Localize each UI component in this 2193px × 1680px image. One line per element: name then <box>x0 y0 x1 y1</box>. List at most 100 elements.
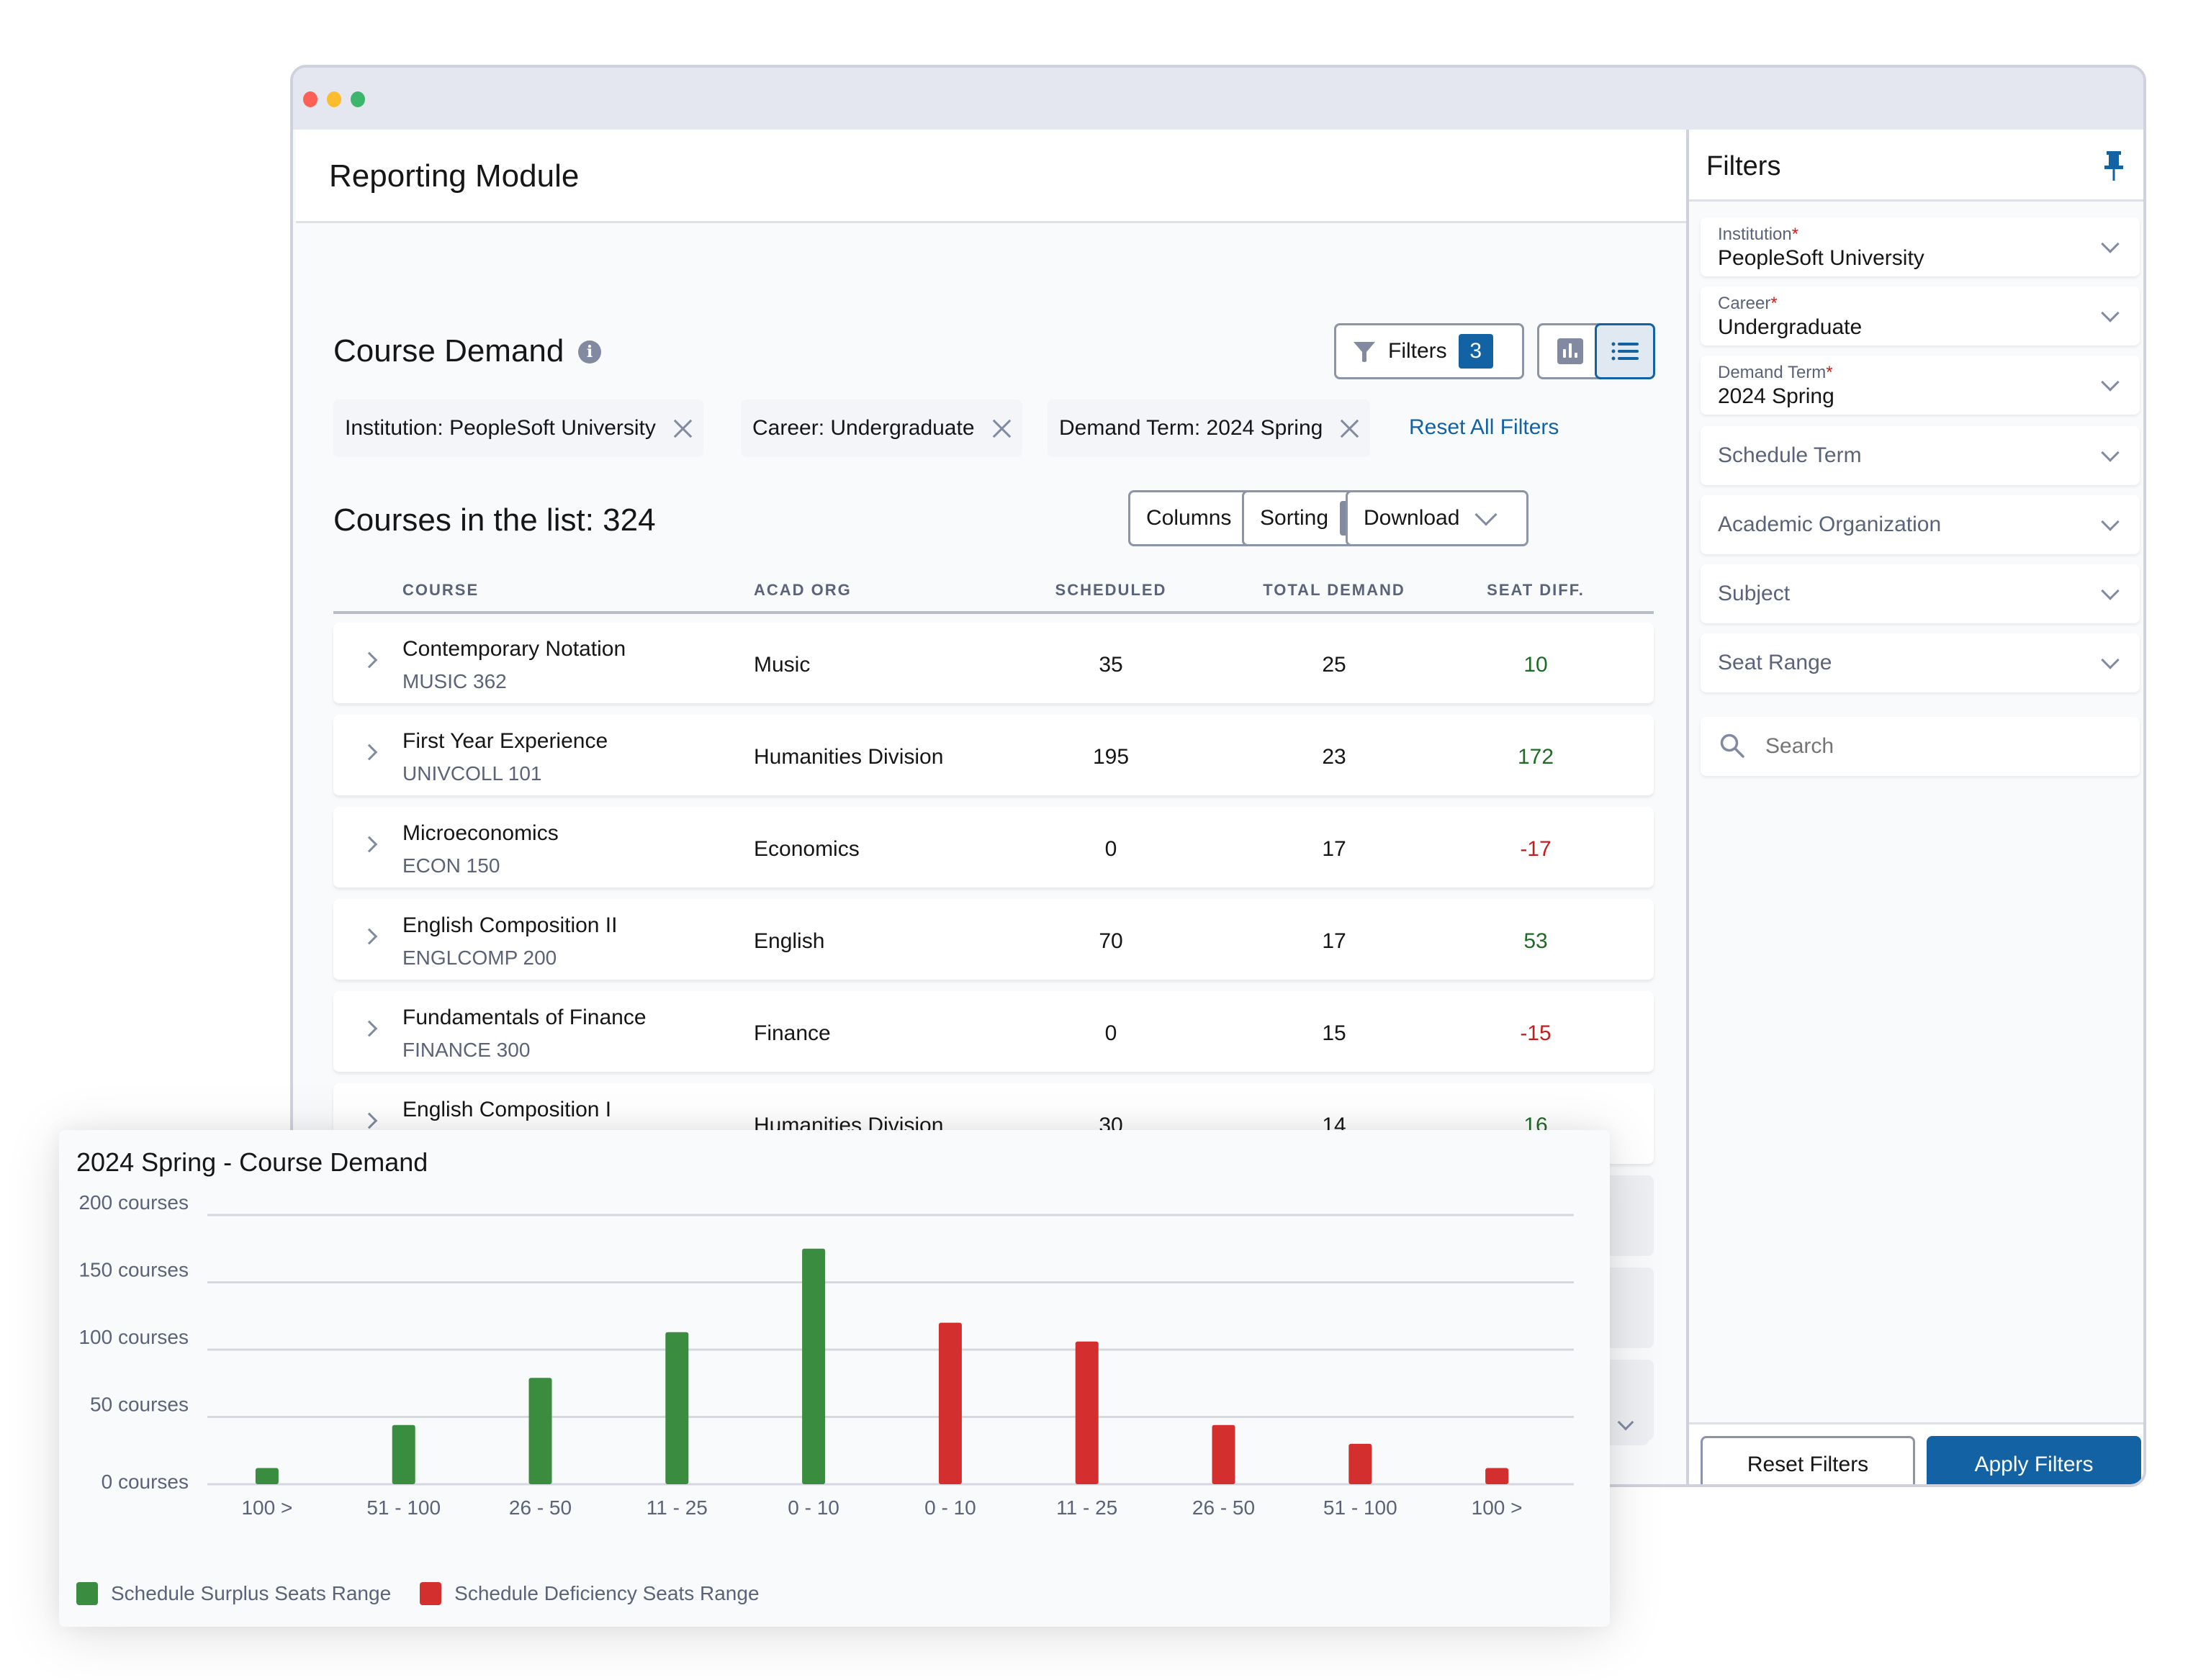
course-name[interactable]: First Year Experience <box>402 729 608 754</box>
bar-deficiency[interactable] <box>1212 1424 1235 1484</box>
scheduled-cell: 35 <box>1099 653 1123 677</box>
header-total-demand[interactable]: TOTAL DEMAND <box>1255 581 1413 600</box>
filter-subject-dropdown[interactable]: Subject <box>1701 564 2140 623</box>
view-toggle <box>1537 323 1655 379</box>
table-row[interactable]: English Composition II ENGLCOMP 200 Englis… <box>333 899 1654 980</box>
chart-card: 2024 Spring - Course Demand 0 courses 50 … <box>59 1130 1610 1627</box>
legend-item-deficiency[interactable]: Schedule Deficiency Seats Range <box>420 1582 760 1605</box>
y-tick-label: 200 courses <box>78 1191 189 1214</box>
seat-diff-cell: -17 <box>1520 837 1552 861</box>
course-name[interactable]: Microeconomics <box>402 821 559 846</box>
remove-chip-icon[interactable] <box>1340 419 1359 438</box>
field-value: 2024 Spring <box>1718 384 1834 408</box>
filter-institution-dropdown[interactable]: Institution* PeopleSoft University <box>1701 217 2140 276</box>
x-tick-label: 51 - 100 <box>1323 1496 1397 1519</box>
bar-deficiency[interactable] <box>1485 1468 1509 1484</box>
info-icon[interactable]: i <box>578 340 601 363</box>
total-demand-cell: 25 <box>1322 653 1346 677</box>
chevron-down-icon <box>2101 373 2120 392</box>
expand-row-icon[interactable] <box>361 928 378 945</box>
reset-filters-button[interactable]: Reset Filters <box>1701 1436 1915 1484</box>
filter-demand-term-dropdown[interactable]: Demand Term* 2024 Spring <box>1701 356 2140 415</box>
filter-schedule-term-dropdown[interactable]: Schedule Term <box>1701 426 2140 485</box>
chart-view-button[interactable] <box>1537 323 1600 379</box>
course-code: UNIVCOLL 101 <box>402 762 542 785</box>
filters-button[interactable]: Filters 3 <box>1334 323 1524 379</box>
filter-career-dropdown[interactable]: Career* Undergraduate <box>1701 286 2140 346</box>
legend-item-surplus[interactable]: Schedule Surplus Seats Range <box>76 1582 391 1605</box>
filter-chip-career: Career: Undergraduate <box>741 399 1022 457</box>
required-marker: * <box>1770 294 1778 313</box>
close-window-button[interactable] <box>303 91 318 107</box>
filter-academic-organization-dropdown[interactable]: Academic Organization <box>1701 495 2140 554</box>
bar-surplus[interactable] <box>665 1332 689 1484</box>
columns-button-label: Columns <box>1146 506 1232 530</box>
chart-legend: Schedule Surplus Seats Range Schedule De… <box>76 1582 777 1605</box>
table-row[interactable]: First Year Experience UNIVCOLL 101 Humanit… <box>333 715 1654 795</box>
legend-swatch-surplus <box>76 1582 98 1605</box>
maximize-window-button[interactable] <box>351 91 365 107</box>
course-name[interactable]: English Composition I <box>402 1098 611 1122</box>
bar-surplus[interactable] <box>802 1248 826 1484</box>
table-header: COURSE ACAD ORG SCHEDULED TOTAL DEMAND S… <box>333 571 1654 614</box>
sorting-button-label: Sorting <box>1260 506 1329 530</box>
header-seat-diff[interactable]: SEAT DIFF. <box>1485 581 1586 600</box>
total-demand-cell: 17 <box>1322 929 1346 953</box>
field-placeholder: Schedule Term <box>1718 443 1862 467</box>
remove-chip-icon[interactable] <box>992 419 1011 438</box>
list-view-button[interactable] <box>1595 323 1655 379</box>
expand-row-icon[interactable] <box>361 1112 378 1129</box>
field-placeholder: Subject <box>1718 582 1791 605</box>
bar-deficiency[interactable] <box>1348 1443 1372 1484</box>
bar-surplus[interactable] <box>528 1378 552 1484</box>
field-label: Career* <box>1718 294 1778 313</box>
filter-search-field[interactable] <box>1701 717 2140 776</box>
bar-surplus[interactable] <box>392 1424 415 1484</box>
expand-row-icon[interactable] <box>361 651 378 669</box>
x-tick-label: 0 - 10 <box>788 1496 839 1519</box>
course-name[interactable]: English Composition II <box>402 913 617 938</box>
table-row[interactable]: Fundamentals of Finance FINANCE 300 Financ… <box>333 991 1654 1072</box>
apply-filters-button[interactable]: Apply Filters <box>1927 1436 2141 1484</box>
acad-org-cell: Humanities Division <box>754 745 944 769</box>
search-input[interactable] <box>1765 734 2111 759</box>
bar-deficiency[interactable] <box>938 1322 962 1484</box>
course-name[interactable]: Fundamentals of Finance <box>402 1006 647 1030</box>
filter-chip-demand-term: Demand Term: 2024 Spring <box>1048 399 1371 457</box>
chevron-down-icon <box>2101 512 2120 531</box>
expand-row-icon[interactable] <box>361 836 378 853</box>
bar-surplus[interactable] <box>255 1468 279 1484</box>
expand-row-icon[interactable] <box>361 1020 378 1037</box>
legend-label-deficiency: Schedule Deficiency Seats Range <box>454 1582 760 1604</box>
filter-chip-institution: Institution: PeopleSoft University <box>333 399 703 457</box>
header-scheduled[interactable]: SCHEDULED <box>1053 581 1168 600</box>
chevron-down-icon <box>2101 304 2120 322</box>
x-tick-label: 26 - 50 <box>509 1496 572 1519</box>
filters-panel-title: Filters <box>1706 151 1781 181</box>
course-name[interactable]: Contemporary Notation <box>402 637 626 661</box>
acad-org-cell: Music <box>754 653 811 677</box>
download-button[interactable]: Download <box>1346 490 1528 546</box>
courses-count-title: Courses in the list: 324 <box>333 502 656 538</box>
expand-row-icon[interactable] <box>361 744 378 761</box>
header-acad-org[interactable]: ACAD ORG <box>754 581 852 600</box>
reset-all-filters-link[interactable]: Reset All Filters <box>1409 415 1559 440</box>
filter-seat-range-dropdown[interactable]: Seat Range <box>1701 633 2140 692</box>
filters-panel-footer: Reset Filters Apply Filters <box>1689 1422 2143 1484</box>
bar-chart: 0 courses 50 courses 100 courses 150 course… <box>78 1191 1574 1519</box>
header-course[interactable]: COURSE <box>402 581 479 600</box>
minimize-window-button[interactable] <box>327 91 341 107</box>
table-row[interactable]: Microeconomics ECON 150 Economics 0 17 -17 <box>333 807 1654 888</box>
x-tick-label: 100 > <box>241 1496 292 1519</box>
chip-label: Career: Undergraduate <box>752 416 975 440</box>
seat-diff-cell: 10 <box>1523 653 1548 677</box>
pin-icon[interactable] <box>2103 150 2125 181</box>
table-row[interactable]: Contemporary Notation MUSIC 362 Music 35 25 1… <box>333 623 1654 703</box>
required-marker: * <box>1791 225 1799 244</box>
course-code: ECON 150 <box>402 854 500 877</box>
chevron-down-icon <box>1474 503 1498 526</box>
x-tick-label: 11 - 25 <box>647 1496 708 1519</box>
bar-deficiency[interactable] <box>1075 1341 1099 1484</box>
remove-chip-icon[interactable] <box>673 419 692 438</box>
filters-count-badge: 3 <box>1458 334 1493 369</box>
